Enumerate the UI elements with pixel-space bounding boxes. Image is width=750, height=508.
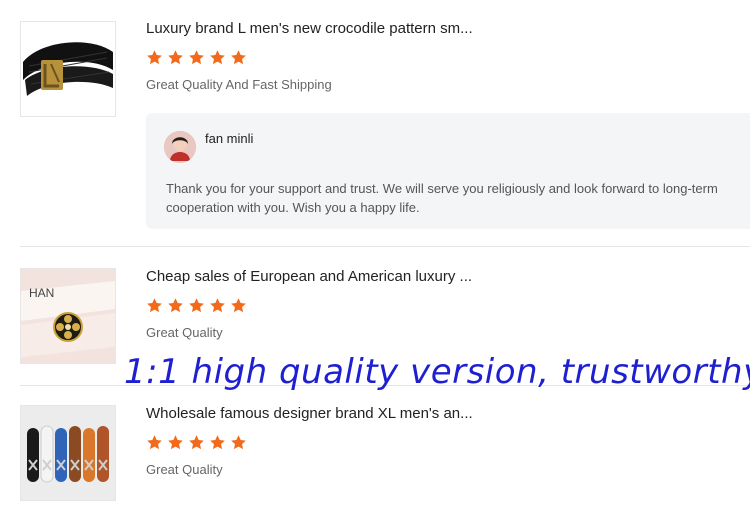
review-1-product-title[interactable]: Luxury brand L men's new crocodile patte… (146, 20, 473, 37)
star-icon (147, 50, 162, 65)
star-icon (231, 435, 246, 450)
review-1-comment: Great Quality And Fast Shipping (146, 77, 332, 92)
review-3-product-title[interactable]: Wholesale famous designer brand XL men's… (146, 405, 473, 422)
reply-author-name[interactable]: fan minli (205, 131, 253, 146)
star-icon (189, 50, 204, 65)
seller-reply: fan minli Thank you for your support and… (146, 113, 750, 229)
divider (20, 246, 750, 247)
multicolor-belts-product-image (21, 406, 115, 500)
star-icon (189, 298, 204, 313)
star-icon (231, 298, 246, 313)
avatar (164, 131, 196, 163)
product-image-1[interactable] (20, 21, 116, 117)
star-icon (168, 435, 183, 450)
review-3-comment: Great Quality (146, 462, 223, 477)
review-3-rating (146, 434, 247, 452)
reply-text: Thank you for your support and trust. We… (166, 181, 718, 215)
black-crocodile-belt-product-image (21, 22, 115, 116)
star-icon (168, 298, 183, 313)
star-icon (210, 435, 225, 450)
review-2-product-title[interactable]: Cheap sales of European and American lux… (146, 268, 472, 285)
overlay-promo-text: 1:1 high quality version, trustworthy! (124, 352, 750, 392)
product-image-2[interactable]: HAN (20, 268, 116, 364)
white-flower-buckle-belt-product-image: HAN (21, 269, 115, 363)
star-icon (168, 50, 183, 65)
review-2-comment: Great Quality (146, 325, 223, 340)
star-icon (231, 50, 246, 65)
review-2-rating (146, 297, 247, 315)
star-icon (210, 298, 225, 313)
product-image-text: HAN (29, 286, 54, 300)
star-icon (147, 298, 162, 313)
star-icon (210, 50, 225, 65)
star-icon (189, 435, 204, 450)
star-icon (147, 435, 162, 450)
product-image-3[interactable] (20, 405, 116, 501)
review-1-rating (146, 49, 247, 67)
